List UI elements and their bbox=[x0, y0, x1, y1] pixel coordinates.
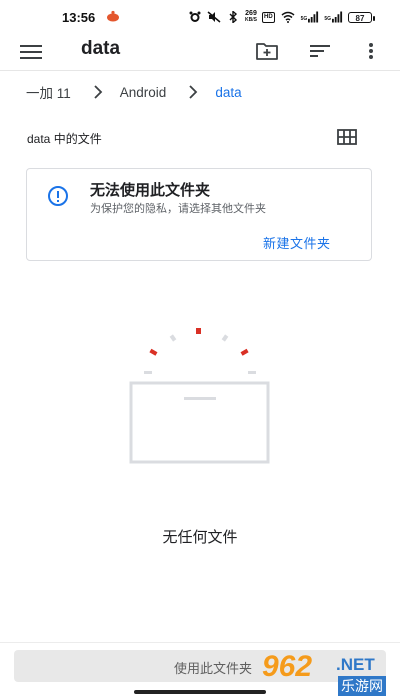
watermark-logo: 962 .NET 乐游网 bbox=[262, 650, 392, 700]
menu-icon[interactable] bbox=[20, 42, 42, 62]
chevron-right-icon bbox=[94, 85, 103, 99]
bluetooth-icon bbox=[229, 11, 238, 23]
use-this-folder-label: 使用此文件夹 bbox=[173, 661, 252, 676]
bottom-divider bbox=[0, 642, 400, 643]
network-speed: 269 KB/S bbox=[245, 10, 257, 23]
wifi-icon bbox=[281, 11, 295, 23]
status-bar: 13:56 269 KB/S HD 5G 5G 87 bbox=[0, 0, 400, 34]
new-folder-button[interactable]: 新建文件夹 bbox=[263, 233, 331, 252]
section-title: data 中的文件 bbox=[27, 132, 102, 146]
signal-bars-icon bbox=[332, 11, 343, 23]
alarm-icon bbox=[189, 11, 201, 22]
grid-view-icon[interactable] bbox=[337, 129, 357, 145]
watermark-suffix: .NET bbox=[336, 655, 375, 674]
status-time: 13:56 bbox=[62, 10, 96, 25]
sort-icon[interactable] bbox=[307, 38, 333, 64]
mute-icon bbox=[207, 11, 221, 23]
app-bar: data bbox=[0, 34, 400, 71]
home-indicator[interactable] bbox=[134, 690, 266, 694]
empty-state-message: 无任何文件 bbox=[162, 529, 238, 546]
notice-subtitle: 为保护您的隐私，请选择其他文件夹 bbox=[90, 203, 266, 215]
chevron-right-icon bbox=[189, 85, 198, 99]
watermark-chinese: 乐游网 bbox=[338, 676, 386, 696]
more-vert-icon[interactable] bbox=[358, 38, 384, 64]
info-icon bbox=[48, 186, 68, 206]
notice-title: 无法使用此文件夹 bbox=[90, 182, 211, 199]
breadcrumb: 一加 11 Android data bbox=[26, 82, 242, 102]
breadcrumb-item-root[interactable]: 一加 11 bbox=[26, 82, 71, 102]
signal-2: 5G bbox=[324, 11, 343, 23]
app-notification-icon bbox=[107, 10, 119, 22]
signal-1: 5G bbox=[301, 11, 320, 23]
new-folder-icon[interactable] bbox=[254, 38, 280, 64]
hd-badge: HD bbox=[261, 11, 275, 23]
watermark-number: 962 bbox=[262, 650, 313, 683]
signal-bars-icon bbox=[308, 11, 319, 23]
notice-card: 无法使用此文件夹 为保护您的隐私，请选择其他文件夹 新建文件夹 bbox=[26, 168, 372, 261]
battery-indicator: 87 bbox=[348, 11, 375, 23]
page-title: data bbox=[81, 38, 121, 59]
breadcrumb-item-android[interactable]: Android bbox=[120, 85, 167, 100]
breadcrumb-item-data[interactable]: data bbox=[215, 85, 241, 100]
empty-folder-illustration bbox=[129, 328, 270, 464]
status-icons: 269 KB/S HD 5G 5G 87 bbox=[188, 9, 375, 25]
